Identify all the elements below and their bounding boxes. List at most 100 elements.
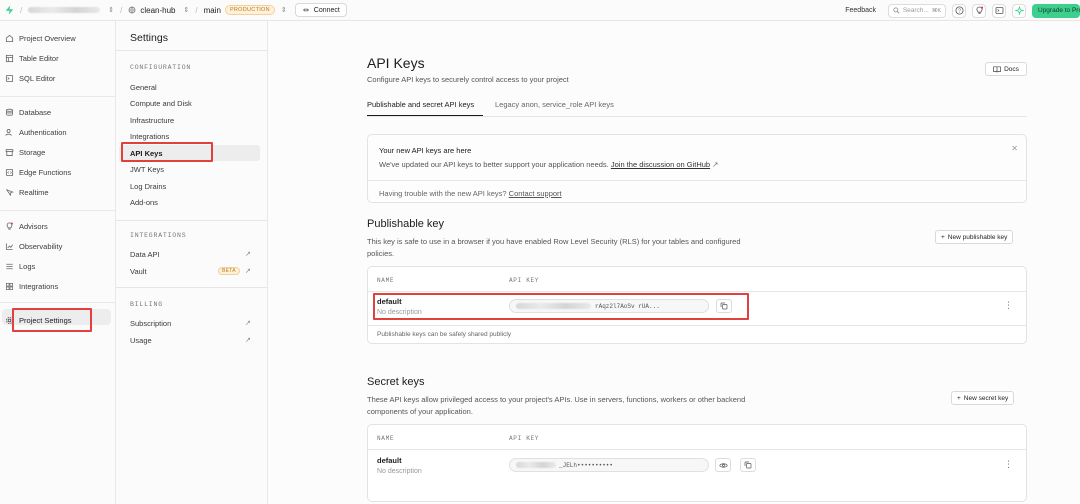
sidebar-item-label: Edge Functions	[19, 167, 72, 177]
sidebar-item-realtime[interactable]: Realtime	[5, 186, 49, 198]
sidebar-item-label: Table Editor	[19, 53, 59, 63]
api-keys-notice: Your new API keys are here We've updated…	[367, 134, 1027, 203]
advisor-alerts-button[interactable]	[972, 3, 986, 18]
sidebar-item-label: Integrations	[19, 281, 59, 291]
section-heading-billing: BILLING	[130, 301, 163, 308]
help-button[interactable]: ?	[952, 3, 966, 18]
settings-item-integrations[interactable]: Integrations	[130, 132, 169, 141]
settings-item-vault[interactable]: Vault	[130, 267, 147, 276]
connect-button[interactable]: Connect	[294, 3, 347, 17]
top-bar: / ⇕ / clean-hub ⇕ / main PRODUCTION ⇕ Co…	[0, 0, 1080, 21]
branch-name[interactable]: main	[204, 6, 221, 15]
tab-publishable-and-secret[interactable]: Publishable and secret API keys	[367, 100, 474, 109]
table-icon	[5, 54, 14, 62]
reveal-key-button[interactable]	[715, 458, 731, 472]
page-title: API Keys	[367, 55, 425, 71]
chevron-updown-icon[interactable]: ⇕	[183, 6, 189, 14]
sidebar-item-advisors[interactable]: Advisors	[5, 220, 48, 232]
settings-item-data-api[interactable]: Data API	[130, 250, 160, 259]
new-publishable-key-label: New publishable key	[947, 233, 1008, 241]
sidebar-item-edge-functions[interactable]: Edge Functions	[5, 166, 71, 178]
chevron-updown-icon[interactable]: ⇕	[281, 6, 287, 14]
sidebar-item-storage[interactable]: Storage	[5, 146, 45, 158]
publishable-key-heading: Publishable key	[367, 218, 445, 230]
table-divider	[368, 449, 1026, 450]
key-description: No description	[377, 468, 422, 475]
column-header-name: NAME	[377, 277, 395, 284]
settings-title: Settings	[130, 32, 168, 44]
copy-key-button[interactable]	[740, 458, 756, 472]
external-link-icon: ↗	[712, 160, 719, 169]
secret-keys-description: These API keys allow privileged access t…	[367, 395, 746, 416]
publishable-key-description: This key is safe to use in a browser if …	[367, 237, 741, 258]
connect-button-label: Connect	[313, 6, 340, 14]
code-icon	[5, 168, 14, 176]
archive-icon	[5, 148, 14, 156]
sidebar-item-authentication[interactable]: Authentication	[5, 126, 67, 138]
project-name[interactable]: clean-hub	[140, 6, 175, 15]
ai-assistant-button[interactable]	[1012, 3, 1026, 18]
contact-support-link[interactable]: Contact support	[509, 189, 562, 198]
settings-item-add-ons[interactable]: Add-ons	[130, 198, 158, 207]
new-secret-key-button[interactable]: + New secret key	[951, 391, 1015, 405]
sparkle-icon	[1014, 6, 1024, 15]
sidebar-item-integrations[interactable]: Integrations	[5, 280, 58, 292]
close-icon[interactable]: ✕	[1011, 144, 1018, 153]
search-input[interactable]: Search... ⌘K	[888, 3, 946, 18]
new-secret-key-label: New secret key	[963, 394, 1009, 402]
sidebar-item-database[interactable]: Database	[5, 106, 51, 118]
settings-item-log-drains[interactable]: Log Drains	[130, 182, 166, 191]
sidebar-item-label: Advisors	[19, 221, 48, 231]
more-options-icon[interactable]: ⋮	[1004, 459, 1013, 470]
sidebar-item-logs[interactable]: Logs	[5, 260, 35, 272]
highlight-api-keys	[121, 142, 213, 162]
docs-button-label: Docs	[1004, 65, 1019, 73]
settings-nav: Settings CONFIGURATION General Compute a…	[116, 21, 268, 504]
terminal-icon	[995, 7, 1003, 14]
tab-legacy-keys[interactable]: Legacy anon, service_role API keys	[495, 100, 614, 109]
more-options-icon[interactable]: ⋮	[1004, 300, 1013, 311]
settings-divider	[116, 50, 267, 51]
settings-divider	[116, 220, 267, 221]
settings-item-infrastructure[interactable]: Infrastructure	[130, 116, 174, 125]
section-heading-integrations: INTEGRATIONS	[130, 232, 187, 239]
active-tab-indicator	[367, 115, 483, 116]
sidebar-item-label: Storage	[19, 147, 46, 157]
highlight-project-settings	[12, 308, 92, 332]
notice-footer: Having trouble with the new API keys? Co…	[379, 189, 562, 198]
supabase-logo-icon[interactable]	[5, 5, 14, 15]
sidebar-divider	[0, 210, 115, 211]
new-publishable-key-button[interactable]: + New publishable key	[935, 230, 1014, 244]
settings-item-jwt-keys[interactable]: JWT Keys	[130, 165, 164, 174]
settings-item-compute-and-disk[interactable]: Compute and Disk	[130, 99, 192, 108]
organization-name-redacted[interactable]	[28, 7, 101, 13]
feedback-button[interactable]: Feedback	[845, 7, 876, 14]
key-redacted	[516, 462, 556, 468]
chart-icon	[5, 242, 13, 250]
chevron-updown-icon[interactable]: ⇕	[108, 6, 114, 14]
sidebar-item-project-overview[interactable]: Project Overview	[5, 32, 76, 44]
book-icon	[993, 65, 1001, 72]
topbar-actions: Feedback Search... ⌘K ? Upgrade to Pro	[845, 0, 1080, 21]
external-link-icon: ↗	[245, 268, 251, 275]
external-link-icon: ↗	[245, 337, 251, 344]
sidebar-item-table-editor[interactable]: Table Editor	[5, 52, 59, 64]
plus-icon: +	[957, 394, 961, 402]
settings-item-subscription[interactable]: Subscription	[130, 319, 171, 328]
eye-icon	[718, 462, 728, 468]
sidebar-item-sql-editor[interactable]: SQL Editor	[5, 72, 55, 84]
settings-item-usage[interactable]: Usage	[130, 336, 152, 345]
docs-button[interactable]: Docs	[985, 62, 1027, 76]
github-discussion-link[interactable]: Join the discussion on GitHub	[611, 160, 710, 169]
breadcrumb-separator: /	[195, 5, 198, 15]
lightbulb-icon	[6, 221, 13, 230]
assistant-button[interactable]	[992, 3, 1006, 18]
notice-divider	[368, 180, 1026, 181]
secret-key-text: _JELh••••••••••	[559, 461, 614, 469]
upgrade-button[interactable]: Upgrade to Pro	[1032, 3, 1080, 18]
secret-key-value[interactable]: _JELh••••••••••	[509, 458, 709, 472]
search-shortcut: ⌘K	[931, 7, 941, 14]
sidebar-item-observability[interactable]: Observability	[5, 240, 62, 252]
settings-item-general[interactable]: General	[130, 83, 157, 92]
secret-keys-heading: Secret keys	[367, 376, 425, 388]
